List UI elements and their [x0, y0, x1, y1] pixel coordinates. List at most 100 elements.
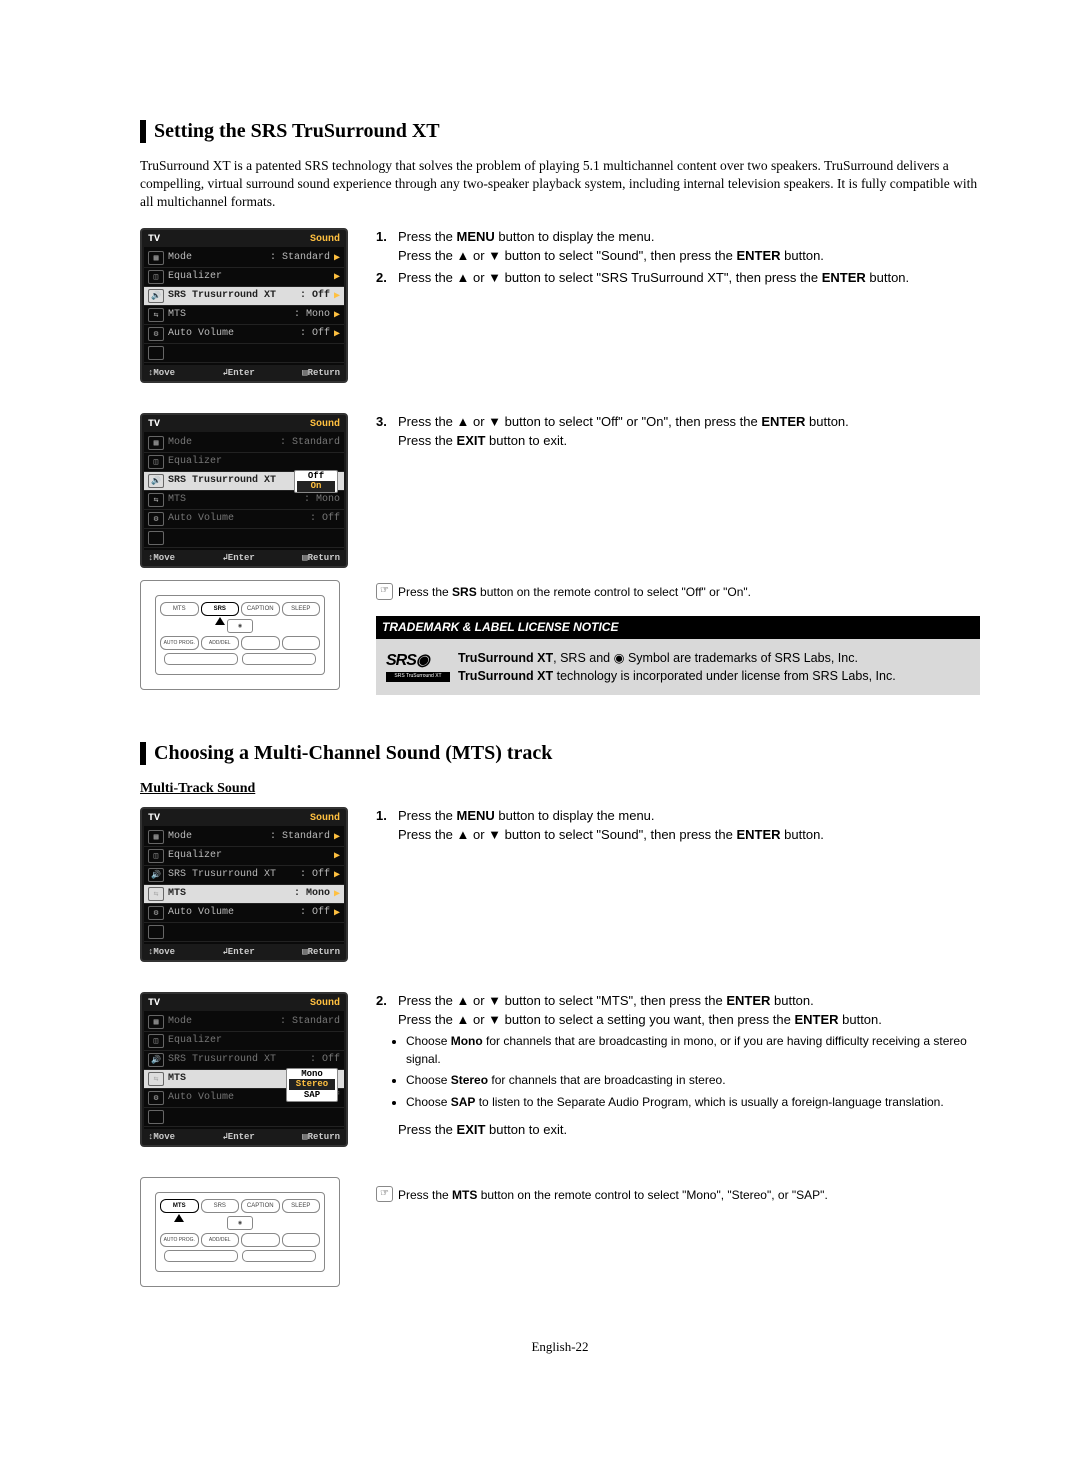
step-1: 1. Press the MENU button to display the …	[376, 228, 980, 266]
remote-autoprog-button: AUTO PROG.	[160, 1233, 199, 1247]
remote-srs-button: SRS	[201, 602, 240, 616]
remote-eye-button: ◉	[227, 1216, 253, 1230]
sound-icon: ◫	[148, 1034, 164, 1048]
srs-bold: SRS	[452, 585, 477, 599]
tv-mts-label: MTS	[168, 888, 294, 899]
text: Press the	[398, 433, 457, 448]
remote-row	[242, 1250, 316, 1262]
tv-footer-move: Move	[148, 368, 175, 378]
section-title-srs: Setting the SRS TruSurround XT	[140, 120, 980, 143]
remote-mts-button: MTS	[160, 1199, 199, 1213]
remote-diagram-srs: MTS SRS CAPTION SLEEP ◉ AUTO PROG. ADD/D…	[140, 580, 340, 690]
tv-title: TV	[148, 419, 160, 430]
picture-icon: ▦	[148, 436, 164, 450]
remote-blank-button	[241, 1233, 280, 1247]
text: Choose	[406, 1073, 451, 1087]
tv-srs-value: : Off	[300, 290, 330, 301]
tv-mts-label: MTS	[168, 309, 294, 320]
tv-auto-value: : Off	[300, 328, 330, 339]
text: Press the ▲ or ▼ button to select "Sound…	[398, 248, 736, 263]
text: button to exit.	[485, 1122, 567, 1137]
note-srs-remote: Press the SRS button on the remote contr…	[376, 584, 980, 601]
remote-blank-button	[282, 636, 321, 650]
remote-adddel-button: ADD/DEL	[201, 1233, 240, 1247]
tv-footer-return: Return	[302, 1132, 340, 1142]
remote-caption-button: CAPTION	[241, 1199, 280, 1213]
popup-sap: SAP	[289, 1090, 335, 1101]
step-3: 3. Press the ▲ or ▼ button to select "Of…	[376, 413, 980, 451]
channel-icon: ⇆	[148, 493, 164, 507]
text: button.	[781, 827, 824, 842]
remote-diagram-mts: MTS SRS CAPTION SLEEP ◉ AUTO PROG. ADD/D…	[140, 1177, 340, 1287]
chevron-right-icon: ▶	[334, 271, 340, 283]
setup-icon: ⚙	[148, 1091, 164, 1105]
speaker-icon: 🔊	[148, 868, 164, 882]
tv-footer-return: Return	[302, 553, 340, 563]
menu-bold: MENU	[457, 808, 495, 823]
text: Press the ▲ or ▼ button to select "Off" …	[398, 414, 761, 429]
tv-footer-move: Move	[148, 947, 175, 957]
tv-equalizer: Equalizer	[168, 271, 330, 282]
page-number: English-22	[140, 1339, 980, 1355]
chevron-right-icon: ▶	[334, 309, 340, 321]
tv-footer-return: Return	[302, 947, 340, 957]
text: Press the ▲ or ▼ button to select a sett…	[398, 1012, 794, 1027]
stereo-bold: Stereo	[451, 1073, 488, 1087]
sound-icon: ◫	[148, 849, 164, 863]
text: button to exit.	[485, 433, 567, 448]
tv-srs-label: SRS Trusurround XT	[168, 1054, 310, 1065]
bullet-stereo: Choose Stereo for channels that are broa…	[406, 1072, 980, 1089]
srs-logo: SRS◉ SRS TruSurround XT	[386, 649, 450, 685]
tv-mode-value: : Standard	[270, 831, 330, 842]
speaker-icon: 🔊	[148, 1053, 164, 1067]
mono-bold: Mono	[451, 1034, 483, 1048]
subhead-multitrack: Multi-Track Sound	[140, 781, 980, 797]
trademark-header: TRADEMARK & LABEL LICENSE NOTICE	[376, 616, 980, 639]
tv-title: TV	[148, 813, 160, 824]
tv-footer-enter: Enter	[222, 1132, 254, 1142]
tv-subtitle: Sound	[310, 419, 340, 430]
note-mts-remote: Press the MTS button on the remote contr…	[376, 1187, 980, 1204]
trademark-bold: TruSurround XT	[458, 651, 553, 665]
remote-row	[164, 653, 238, 665]
tv-mts-value: : Mono	[304, 494, 340, 505]
chevron-right-icon: ▶	[334, 907, 340, 919]
trademark-text: , SRS and ◉ Symbol are trademarks of SRS…	[553, 651, 858, 665]
sap-bold: SAP	[451, 1095, 476, 1109]
text: for channels that are broadcasting in st…	[488, 1073, 725, 1087]
tv-srs-value: : Off	[310, 1054, 340, 1065]
tv-mts-value: : Mono	[294, 309, 330, 320]
text: for channels that are broadcasting in mo…	[406, 1034, 967, 1065]
remote-blank-button	[241, 636, 280, 650]
enter-bold: ENTER	[822, 270, 866, 285]
text: Press the ▲ or ▼ button to select "Sound…	[398, 827, 736, 842]
trademark-text: technology is incorporated under license…	[553, 669, 896, 683]
blank-icon	[148, 346, 164, 360]
tv-footer-return: Return	[302, 368, 340, 378]
setup-icon: ⚙	[148, 327, 164, 341]
text: Choose	[406, 1034, 451, 1048]
bullet-sap: Choose SAP to listen to the Separate Aud…	[406, 1094, 980, 1111]
tv-mode-label: Mode	[168, 437, 280, 448]
srs-popup: Off On	[294, 470, 338, 494]
remote-sleep-button: SLEEP	[282, 602, 321, 616]
setup-icon: ⚙	[148, 906, 164, 920]
text: Press the	[398, 808, 457, 823]
tv-footer-move: Move	[148, 553, 175, 563]
text: Press the	[398, 1122, 457, 1137]
tv-footer-enter: Enter	[222, 553, 254, 563]
enter-bold: ENTER	[761, 414, 805, 429]
mts-bold: MTS	[452, 1188, 477, 1202]
step-2-mts: 2. Press the ▲ or ▼ button to select "MT…	[376, 992, 980, 1030]
tv-title: TV	[148, 234, 160, 245]
enter-bold: ENTER	[736, 827, 780, 842]
text: Press the ▲ or ▼ button to select "SRS T…	[398, 270, 822, 285]
popup-off: Off	[297, 471, 335, 482]
intro-text: TruSurround XT is a patented SRS technol…	[140, 157, 980, 212]
tv-auto-value: : Off	[310, 513, 340, 524]
tv-mode-label: Mode	[168, 1016, 280, 1027]
tv-auto-label: Auto Volume	[168, 513, 310, 524]
chevron-right-icon: ▶	[334, 290, 340, 302]
chevron-right-icon: ▶	[334, 831, 340, 843]
remote-eye-button: ◉	[227, 619, 253, 633]
